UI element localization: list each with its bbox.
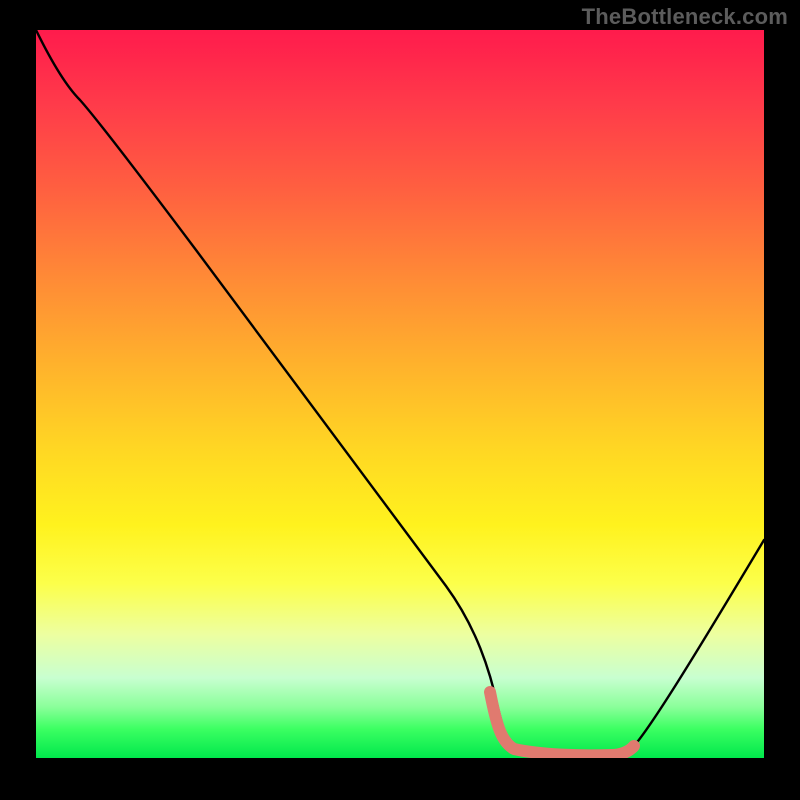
plot-area bbox=[36, 30, 764, 758]
watermark-text: TheBottleneck.com bbox=[582, 4, 788, 30]
curve-svg bbox=[36, 30, 764, 758]
bottleneck-curve-path bbox=[36, 30, 764, 755]
highlight-band-path bbox=[490, 692, 634, 755]
chart-frame: TheBottleneck.com bbox=[0, 0, 800, 800]
